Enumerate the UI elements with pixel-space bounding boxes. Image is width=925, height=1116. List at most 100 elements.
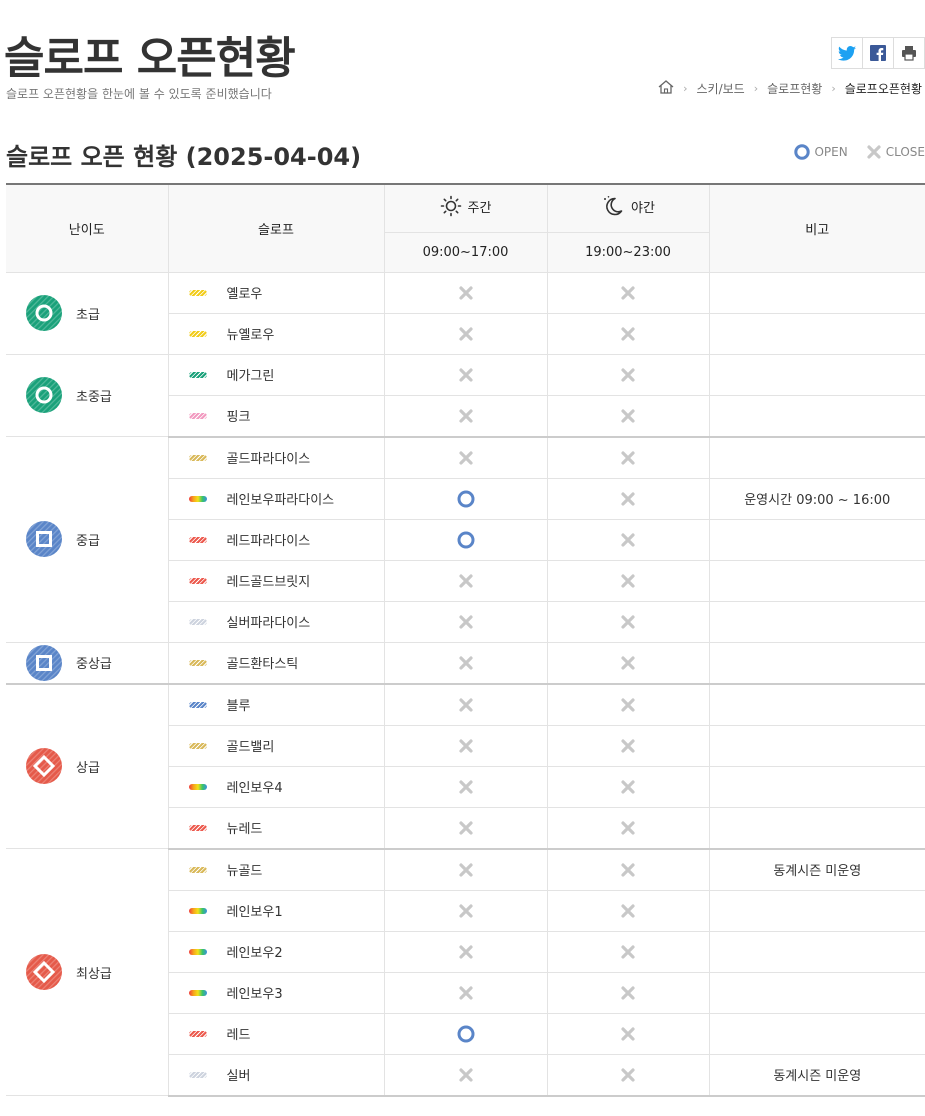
- close-x-icon: [458, 985, 473, 1000]
- diamond-difficulty-icon: [26, 748, 62, 785]
- difficulty-label: 초중급: [76, 389, 112, 405]
- table-row: 초중급 메가그린: [6, 353, 925, 437]
- slope-name: 레인보우파라다이스: [226, 493, 335, 508]
- slope-name: 레인보우1: [226, 905, 283, 920]
- note-cell: [708, 312, 925, 355]
- breadcrumb-link[interactable]: 슬로프현황: [764, 80, 825, 97]
- open-circle-icon: [457, 531, 474, 548]
- close-x-icon: [458, 820, 473, 835]
- slope-name: 레인보우3: [226, 987, 283, 1002]
- print-button[interactable]: [894, 38, 924, 68]
- close-x-icon: [621, 285, 635, 300]
- slope-color-swatch: [188, 536, 207, 543]
- slope-name: 메가그린: [226, 369, 275, 384]
- slope-color-swatch: [188, 577, 207, 584]
- difficulty-label: 중급: [76, 533, 100, 549]
- twitter-share-button[interactable]: [832, 38, 863, 68]
- close-x-icon: [621, 367, 635, 382]
- note-cell: [708, 683, 925, 726]
- day-status-cell: [383, 971, 548, 1014]
- facebook-icon: [870, 45, 886, 61]
- day-header-label: 주간: [467, 200, 492, 216]
- close-x-icon: [458, 450, 473, 465]
- open-circle-icon: [794, 144, 811, 160]
- night-status-cell: [546, 312, 710, 355]
- facebook-share-button[interactable]: [863, 38, 894, 68]
- slope-cell: 핑크: [168, 394, 385, 438]
- slope-name: 골드파라다이스: [226, 452, 311, 467]
- slope-color-swatch: [188, 742, 207, 749]
- slope-cell: 레인보우1: [168, 889, 385, 932]
- difficulty-cell: 중상급: [6, 641, 169, 685]
- close-x-icon: [458, 779, 473, 794]
- section-title: 슬로프 오픈 현황 (2025-04-04): [6, 143, 362, 171]
- close-x-icon: [621, 1026, 635, 1041]
- breadcrumb: › 스키/보드 › 슬로프현황 › 슬로프오픈현황: [655, 80, 925, 97]
- note-cell: [708, 394, 925, 438]
- square-difficulty-icon: [26, 521, 62, 558]
- slope-color-swatch: [188, 783, 207, 790]
- open-circle-icon: [457, 490, 474, 507]
- close-x-icon: [621, 450, 635, 465]
- legend-close: CLOSE: [866, 144, 925, 160]
- night-status-cell: [546, 559, 710, 602]
- day-status-cell: [383, 641, 548, 685]
- night-status-cell: [546, 971, 710, 1014]
- slope-cell: 골드파라다이스: [167, 436, 385, 479]
- note-cell: [708, 971, 925, 1014]
- night-status-cell: [546, 600, 710, 643]
- close-x-icon: [458, 862, 473, 877]
- slope-cell: 레인보우3: [168, 971, 385, 1014]
- note-cell: [708, 353, 925, 396]
- difficulty-label: 최상급: [76, 966, 112, 982]
- moon-icon: [604, 196, 623, 216]
- close-x-icon: [621, 697, 635, 712]
- day-status-cell: [383, 806, 548, 850]
- slope-cell: 뉴옐로우: [168, 312, 385, 355]
- close-x-icon: [621, 1067, 635, 1082]
- close-x-icon: [621, 326, 635, 341]
- night-status-cell: [546, 930, 710, 973]
- slope-header: 슬로프: [167, 183, 385, 273]
- difficulty-header: 난이도: [6, 183, 169, 273]
- night-status-cell: [546, 477, 710, 520]
- day-status-cell: [383, 353, 548, 396]
- page-subtitle: 슬로프 오픈현황을 한눈에 볼 수 있도록 준비했습니다: [6, 87, 272, 101]
- note-cell: 동계시즌 미운영: [708, 848, 925, 891]
- breadcrumb-link[interactable]: 스키/보드: [693, 80, 747, 97]
- close-x-icon: [621, 820, 635, 835]
- close-x-icon: [621, 532, 635, 547]
- slope-color-swatch: [188, 289, 207, 296]
- slope-color-swatch: [188, 824, 207, 831]
- slope-name: 골드환타스틱: [226, 657, 299, 672]
- close-x-icon: [458, 1067, 473, 1082]
- close-x-icon: [458, 944, 473, 959]
- day-status-cell: [383, 518, 548, 561]
- difficulty-cell: 최상급: [6, 848, 169, 1096]
- circle-difficulty-icon: [26, 377, 62, 414]
- home-link[interactable]: [655, 80, 677, 97]
- note-cell: [708, 518, 925, 561]
- close-x-icon: [458, 738, 473, 753]
- slope-cell: 레드: [168, 1012, 385, 1055]
- slope-color-swatch: [188, 618, 207, 625]
- status-legend: OPEN CLOSE: [776, 144, 925, 160]
- difficulty-cell: 중급: [6, 436, 169, 643]
- slope-color-swatch: [188, 701, 207, 708]
- night-status-cell: [546, 889, 710, 932]
- print-icon: [902, 46, 916, 61]
- day-status-cell: [383, 1053, 548, 1097]
- close-x-icon: [458, 614, 473, 629]
- close-x-icon: [621, 738, 635, 753]
- day-header: 주간: [383, 183, 548, 233]
- note-header: 비고: [708, 183, 925, 273]
- table-row: 상급 블루: [6, 683, 925, 849]
- day-status-cell: [383, 271, 548, 314]
- slope-color-swatch: [188, 495, 207, 502]
- night-header-label: 야간: [631, 200, 655, 216]
- open-circle-icon: [457, 1025, 474, 1042]
- night-status-cell: [546, 765, 710, 808]
- close-x-icon: [621, 491, 635, 506]
- page-title: 슬로프 오픈현황: [4, 33, 296, 84]
- night-status-cell: [546, 724, 710, 767]
